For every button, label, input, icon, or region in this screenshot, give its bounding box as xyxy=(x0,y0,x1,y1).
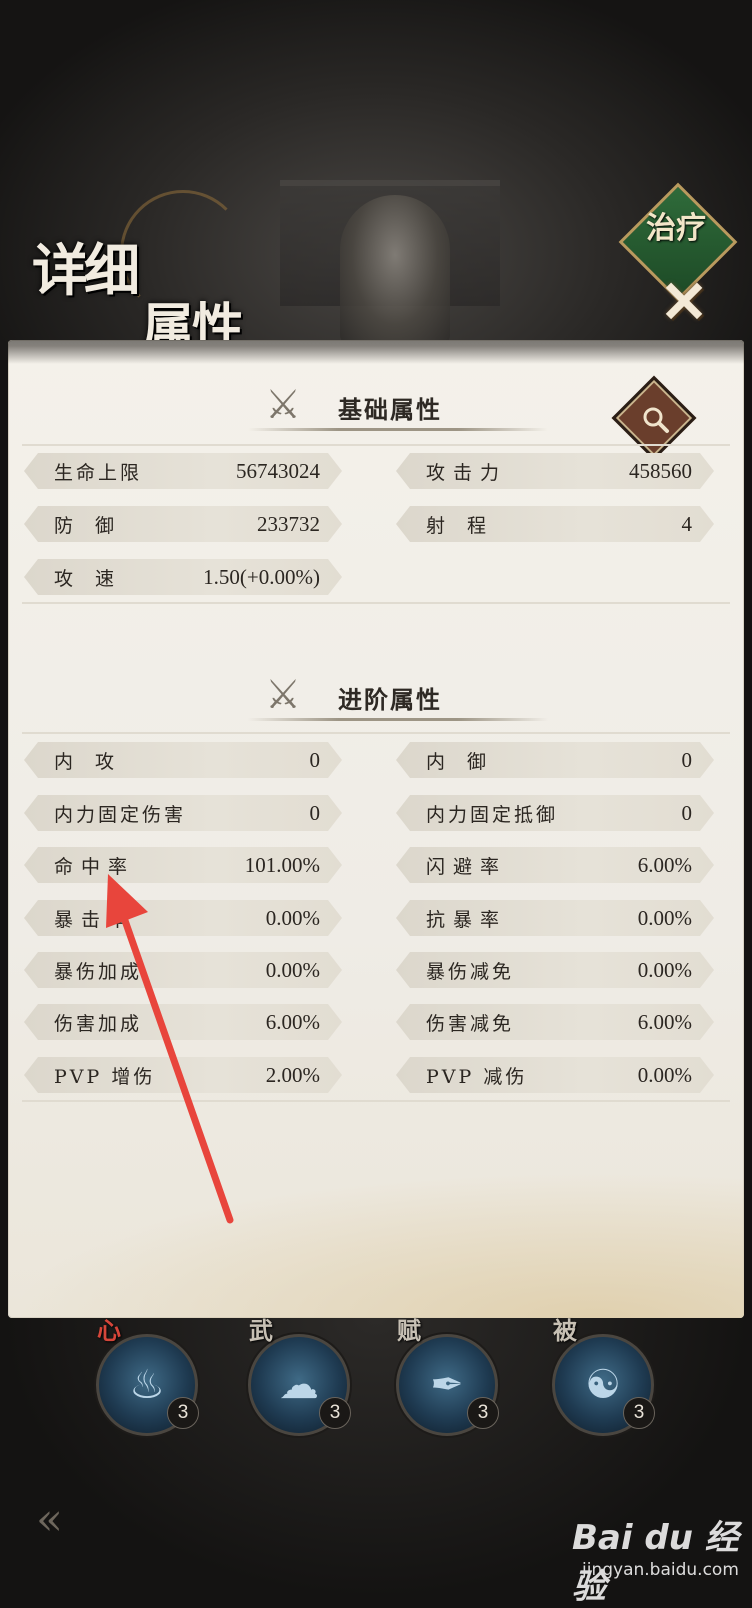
section-rule xyxy=(248,718,548,721)
close-icon: ✕ xyxy=(659,268,709,336)
stat-crit-damage-bonus: 暴伤加成 0.00% xyxy=(24,952,342,988)
watermark: Bai du 经验 jingyan.baidu.com xyxy=(572,1510,742,1607)
role-tag-text: 治疗 xyxy=(646,211,706,246)
stat-hit-rate: 命中率 101.00% xyxy=(24,847,342,883)
stat-attack: 攻击力 458560 xyxy=(396,453,714,489)
stat-crit-resist: 抗暴率 0.00% xyxy=(396,900,714,936)
skill-slot-martial[interactable]: ☁ 武 3 xyxy=(248,1316,351,1436)
skill-level-badge: 3 xyxy=(467,1397,499,1429)
basic-section-title: 基础属性 xyxy=(338,395,442,424)
stat-crit-damage-reduction: 暴伤减免 0.00% xyxy=(396,952,714,988)
stat-defense: 防 御 233732 xyxy=(24,506,342,542)
brush-emblem-icon: ⚔ xyxy=(265,672,301,718)
stat-attack-speed: 攻 速 1.50(+0.00%) xyxy=(24,559,342,595)
divider xyxy=(22,444,730,446)
stat-inner-defense: 内 御 0 xyxy=(396,742,714,778)
stat-inner-fixed-resist: 内力固定抵御 0 xyxy=(396,795,714,831)
stat-crit-rate: 暴击率 0.00% xyxy=(24,900,342,936)
close-button[interactable]: ✕ xyxy=(656,268,712,336)
divider xyxy=(22,1100,730,1102)
attributes-panel: ⚔ 基础属性 生命上限 56743024 攻击力 458560 防 御 2337… xyxy=(8,340,744,1318)
stat-inner-attack: 内 攻 0 xyxy=(24,742,342,778)
skill-slot-heart[interactable]: ♨ 心 3 xyxy=(96,1316,199,1436)
page-title-line1: 详细 xyxy=(32,238,140,304)
skill-slot-passive[interactable]: ☯ 被 3 xyxy=(552,1316,655,1436)
back-arrow-icon: « xyxy=(36,1494,63,1545)
stat-inner-fixed-damage: 内力固定伤害 0 xyxy=(24,795,342,831)
skill-level-badge: 3 xyxy=(319,1397,351,1429)
stat-dodge-rate: 闪避率 6.00% xyxy=(396,847,714,883)
skill-level-badge: 3 xyxy=(167,1397,199,1429)
back-button[interactable]: « xyxy=(36,1498,96,1542)
stat-damage-bonus: 伤害加成 6.00% xyxy=(24,1004,342,1040)
skill-level-badge: 3 xyxy=(623,1397,655,1429)
watermark-logo: Bai du 经验 xyxy=(572,1518,739,1607)
stat-damage-reduction: 伤害减免 6.00% xyxy=(396,1004,714,1040)
panel-top-edge xyxy=(8,340,744,364)
watermark-url: jingyan.baidu.com xyxy=(582,1560,739,1580)
basic-section-header: ⚔ 基础属性 xyxy=(248,380,548,440)
skill-slot-talent[interactable]: ✒ 赋 3 xyxy=(396,1316,499,1436)
advanced-section-header: ⚔ 进阶属性 xyxy=(248,670,548,730)
advanced-section-title: 进阶属性 xyxy=(338,685,442,714)
brush-emblem-icon: ⚔ xyxy=(265,382,301,428)
panel-bottom-decoration xyxy=(8,1170,744,1318)
divider xyxy=(22,732,730,734)
stat-pvp-damage-reduction: PVP 减伤 0.00% xyxy=(396,1057,714,1093)
section-rule xyxy=(248,428,548,431)
page-title: 详细 属性 xyxy=(22,220,262,359)
stat-range: 射 程 4 xyxy=(396,506,714,542)
stat-max-hp: 生命上限 56743024 xyxy=(24,453,342,489)
stat-pvp-damage-bonus: PVP 增伤 2.00% xyxy=(24,1057,342,1093)
divider xyxy=(22,602,730,604)
character-portrait xyxy=(340,195,450,345)
magnifier-icon[interactable] xyxy=(636,400,676,440)
